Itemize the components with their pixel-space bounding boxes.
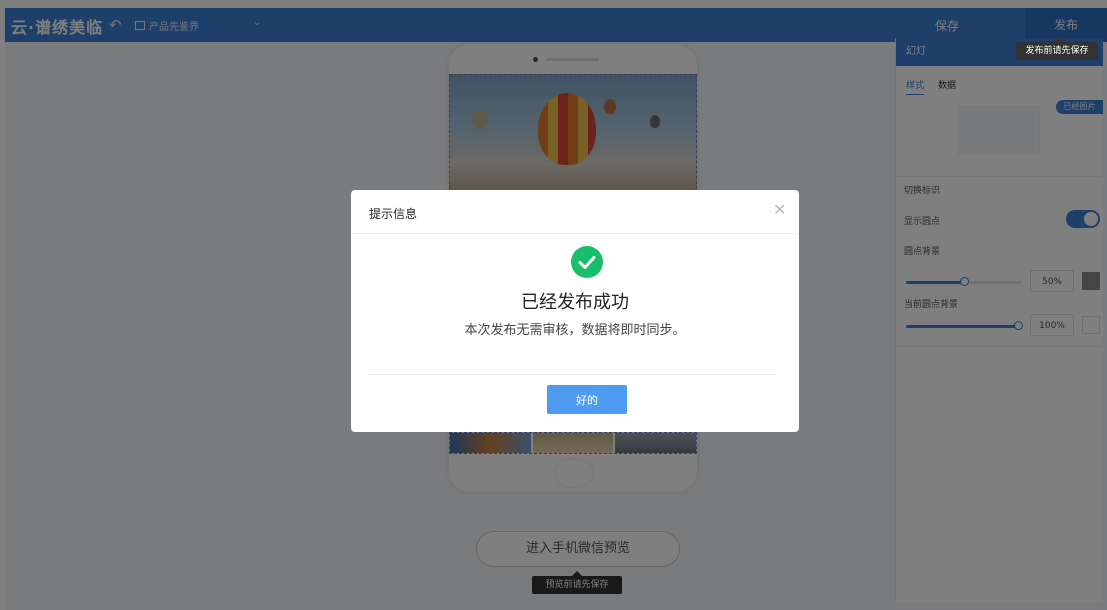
success-message-title: 已经发布成功 (521, 292, 629, 313)
dialog-title: 提示信息 (369, 207, 418, 221)
success-dialog: 提示信息 ✕ 已经发布成功 本次发布无需审核，数据将即时同步。 好的 (351, 190, 799, 432)
ok-button[interactable]: 好的 (547, 385, 627, 414)
check-mark-icon (578, 256, 596, 269)
publish-tooltip: 发布前请先保存 (1016, 37, 1098, 60)
dialog-divider (368, 374, 776, 375)
dialog-divider (351, 233, 799, 234)
close-icon[interactable]: ✕ (773, 200, 786, 219)
success-message-detail: 本次发布无需审核，数据将即时同步。 (464, 323, 686, 338)
check-circle-icon (571, 246, 603, 278)
